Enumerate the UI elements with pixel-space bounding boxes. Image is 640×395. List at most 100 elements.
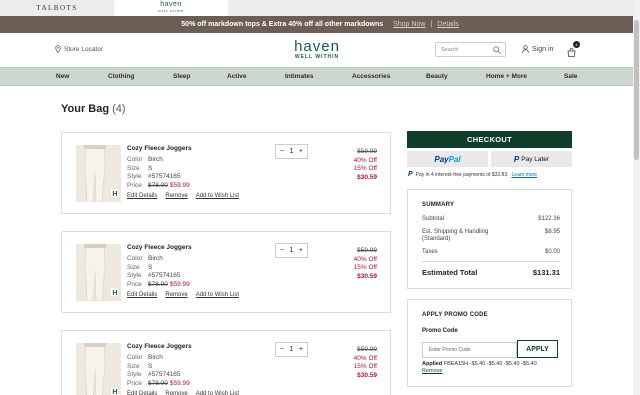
product-name[interactable]: Cozy Fleece Joggers [127,145,192,152]
color-value: Birch [148,354,163,361]
jogger-image: H [76,145,121,202]
style-label: Style [127,371,142,378]
color-label: Color [127,354,143,361]
shipping-value: $8.95 [544,229,560,235]
quantity-stepper: − 1 + [275,342,308,357]
final-price: $30.59 [357,173,377,181]
size-label: Size [127,362,140,370]
final-price: $30.59 [357,272,377,280]
summary-title: SUMMARY [422,202,455,208]
item-actions: Edit Details Remove Add to Wish List [127,193,239,199]
list-price: $59.99 [357,346,377,353]
price-sale: $59.99 [169,280,190,288]
paypal-button[interactable]: Pay Pal [407,151,488,167]
search-icon[interactable] [493,45,501,54]
search-input[interactable]: Search [435,42,506,57]
bag-icon [567,48,576,57]
page-scrollbar[interactable] [633,0,640,395]
product-image[interactable]: H [76,343,121,395]
price-sale: $59.99 [169,379,190,387]
price-original: $78.00 [148,379,168,387]
quantity-value[interactable]: 1 [290,148,294,155]
promo-text: 50% off markdown tops & Extra 40% off al… [181,21,384,28]
paypal-pay-later-button[interactable]: P Pay Later [491,151,572,167]
subtotal-row: Subtotal $122.36 [422,216,560,223]
discount-1: 40% Off [353,255,377,263]
promo-code-label: Promo Code [422,328,458,334]
scrollbar-thumb[interactable] [634,20,639,160]
product-image[interactable]: H [76,244,121,301]
plus-icon[interactable]: + [299,148,303,155]
add-to-wishlist-link[interactable]: Add to Wish List [196,193,239,199]
price-breakdown: $59.99 40% Off 15% Off $30.59 [354,346,377,380]
list-price: $59.99 [357,148,377,155]
plus-icon[interactable]: + [299,346,303,353]
site-header: Store Locator haven WELL WITHIN Search S… [0,33,640,67]
cart-count-badge: 4 [573,41,580,48]
remove-link[interactable]: Remove [165,193,187,199]
sign-in-link[interactable]: Sign in [522,45,553,53]
price-breakdown: $59.99 40% Off 15% Off $30.59 [354,148,377,182]
nav-sale[interactable]: Sale [564,73,577,80]
remove-link[interactable]: Remove [165,292,187,298]
bag-count: (4) [112,103,126,115]
quantity-value[interactable]: 1 [290,346,294,353]
discount-2: 15% Off [353,363,377,370]
nav-sleep[interactable]: Sleep [173,73,190,80]
nav-home-more[interactable]: Home + More [486,73,527,80]
store-locator-link[interactable]: Store Locator [55,45,103,53]
brand-tab-haven[interactable]: haven WELL WITHIN [114,0,228,16]
price-label: Price [127,379,142,387]
remove-promo-link[interactable]: Remove [422,368,442,374]
taxes-row: Taxes $0.00 [422,249,560,256]
color-label: Color [127,255,143,262]
price-label: Price [127,181,142,189]
learn-more-link[interactable]: Learn more [512,172,538,178]
discount-1: 40% Off [353,354,377,362]
edit-details-link[interactable]: Edit Details [127,292,157,298]
summary-divider [422,261,560,262]
edit-details-link[interactable]: Edit Details [127,391,157,395]
apply-promo-button[interactable]: APPLY [517,340,558,358]
price-sale: $59.99 [169,181,190,189]
nav-intimates[interactable]: Intimates [285,73,314,80]
quantity-value[interactable]: 1 [290,247,294,254]
quantity-stepper: − 1 + [275,243,308,258]
haven-logo[interactable]: haven WELL WITHIN [285,39,349,60]
svg-text:H: H [112,191,117,198]
price-original: $78.00 [148,181,168,189]
cart-item: H Cozy Fleece Joggers Color Birch Size S S… [61,330,391,395]
nav-new[interactable]: New [56,73,69,80]
checkout-button[interactable]: CHECKOUT [407,131,572,148]
plus-icon[interactable]: + [299,247,303,254]
add-to-wishlist-link[interactable]: Add to Wish List [196,391,239,395]
details-link[interactable]: Details [437,21,458,28]
shop-now-link[interactable]: Shop Now [393,21,425,28]
promo-code-input[interactable]: Enter Promo Code [422,342,517,358]
brand-tab-talbots[interactable]: TALBOTS [0,0,114,16]
discount-2: 15% Off [353,264,377,271]
remove-link[interactable]: Remove [165,391,187,395]
product-attributes: Color Birch Size S Style #57574165 Price $78… [127,255,190,289]
estimated-total-value: $131.31 [532,268,560,277]
applied-label: Applied [422,361,443,367]
product-image[interactable]: H [76,145,121,202]
promo-banner: 50% off markdown tops & Extra 40% off al… [0,16,640,33]
minus-icon[interactable]: − [280,247,284,254]
edit-details-link[interactable]: Edit Details [127,193,157,199]
nav-active[interactable]: Active [227,73,247,80]
size-label: Size [127,263,140,271]
location-pin-icon [55,45,61,53]
cart-button[interactable]: 4 [567,41,580,62]
minus-icon[interactable]: − [280,346,284,353]
add-to-wishlist-link[interactable]: Add to Wish List [196,292,239,298]
product-name[interactable]: Cozy Fleece Joggers [127,343,192,350]
nav-accessories[interactable]: Accessories [352,73,390,80]
size-value: S [148,164,153,172]
main-nav: New Clothing Sleep Active Intimates Acce… [0,67,640,86]
nav-clothing[interactable]: Clothing [108,73,134,80]
discount-2: 15% Off [353,165,377,172]
nav-beauty[interactable]: Beauty [426,73,448,80]
minus-icon[interactable]: − [280,148,284,155]
product-name[interactable]: Cozy Fleece Joggers [127,244,192,251]
